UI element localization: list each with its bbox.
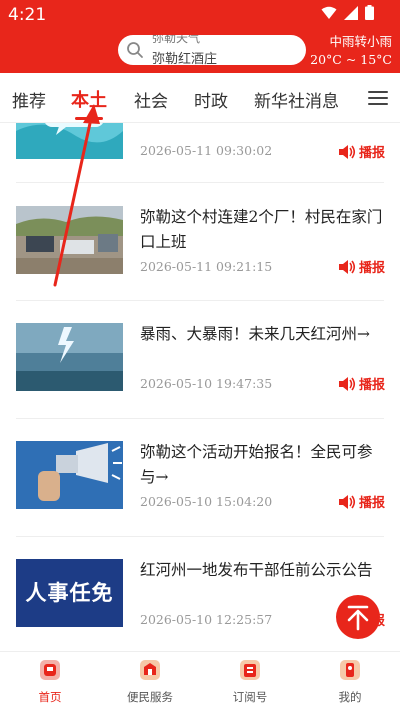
speaker-icon — [338, 259, 356, 274]
broadcast-label: 播报 — [358, 146, 385, 161]
home-icon — [40, 660, 60, 680]
divider — [16, 536, 384, 537]
subscription-icon — [240, 660, 260, 680]
search-icon — [127, 42, 143, 58]
broadcast-label: 播报 — [358, 378, 385, 393]
news-item[interactable]: → 2026-05-11 09:30:02 播报 — [0, 123, 400, 205]
back-to-top-button[interactable] — [336, 595, 380, 639]
status-time: 4:21 — [8, 5, 47, 25]
wifi-icon — [321, 6, 337, 19]
active-tab-indicator — [75, 117, 103, 120]
speaker-icon — [338, 494, 356, 509]
news-date: 2026-05-10 12:25:57 — [140, 612, 273, 627]
search-rotating-hint: 弥勒天气 — [152, 35, 201, 45]
nav-profile[interactable]: 我的 — [310, 658, 390, 705]
news-thumbnail — [16, 206, 123, 274]
speaker-icon — [338, 376, 356, 391]
status-icons — [321, 5, 374, 20]
arrow-up-icon — [347, 605, 369, 631]
weather-condition: 中雨转小雨 — [329, 34, 392, 49]
channel-tabs: 推荐 本土 社会 时政 新华社消息 — [0, 73, 400, 123]
broadcast-label: 播报 — [358, 261, 385, 276]
divider — [16, 300, 384, 301]
weather-temperature: 20°C ~ 15°C — [310, 52, 392, 67]
news-thumbnail — [16, 323, 123, 391]
app-screen: 4:21 弥勒天气 弥勒红酒庄 中雨转小雨 20°C ~ 15°C 推荐 本土 … — [0, 0, 400, 711]
news-title: 红河州一地发布干部任前公示公告 — [140, 561, 373, 579]
news-thumbnail — [16, 123, 123, 159]
news-date: 2026-05-10 15:04:20 — [140, 494, 273, 509]
weather-widget[interactable]: 中雨转小雨 20°C ~ 15°C — [310, 33, 392, 69]
news-date: 2026-05-10 19:47:35 — [140, 376, 273, 391]
news-title: 暴雨、大暴雨！未来几天红河州→ — [140, 325, 370, 343]
tab-politics[interactable]: 时政 — [194, 87, 228, 112]
broadcast-button[interactable]: 播报 — [338, 142, 385, 161]
nav-label: 我的 — [338, 690, 362, 704]
app-header: 4:21 弥勒天气 弥勒红酒庄 中雨转小雨 20°C ~ 15°C — [0, 0, 400, 73]
news-item[interactable]: 弥勒这个活动开始报名！全民可参与→ 2026-05-10 15:04:20 播报 — [0, 438, 400, 556]
news-feed[interactable]: → 2026-05-11 09:30:02 播报 弥勒 — [0, 123, 400, 651]
broadcast-button[interactable]: 播报 — [338, 257, 385, 276]
news-date: 2026-05-11 09:30:02 — [140, 143, 273, 158]
tab-society[interactable]: 社会 — [134, 87, 168, 112]
nav-home[interactable]: 首页 — [10, 658, 90, 705]
broadcast-button[interactable]: 播报 — [338, 492, 385, 511]
news-thumbnail — [16, 441, 123, 509]
news-item[interactable]: 弥勒这个村连建2个厂！村民在家门口上班 2026-05-11 09:21:15 … — [0, 203, 400, 321]
divider — [16, 182, 384, 183]
news-item[interactable]: 暴雨、大暴雨！未来几天红河州→ 2026-05-10 19:47:35 播报 — [0, 320, 400, 438]
menu-icon[interactable] — [368, 91, 388, 105]
signal-icon — [344, 5, 358, 20]
profile-icon — [340, 660, 360, 680]
news-date: 2026-05-11 09:21:15 — [140, 259, 273, 274]
tab-recommend[interactable]: 推荐 — [12, 87, 46, 112]
broadcast-label: 播报 — [358, 496, 385, 511]
bottom-navigation: 首页 便民服务 订阅号 我的 — [0, 651, 400, 711]
broadcast-button[interactable]: 播报 — [338, 374, 385, 393]
thumbnail-caption: 人事任免 — [25, 581, 114, 605]
speaker-icon — [338, 144, 356, 159]
tab-xinhua-news[interactable]: 新华社消息 — [254, 87, 339, 112]
news-title: 弥勒这个活动开始报名！全民可参与→ — [140, 443, 373, 486]
divider — [16, 418, 384, 419]
search-placeholder: 弥勒红酒庄 — [152, 52, 218, 65]
services-icon — [140, 660, 160, 680]
news-title: 弥勒这个村连建2个厂！村民在家门口上班 — [140, 208, 383, 251]
nav-label: 订阅号 — [232, 690, 268, 704]
nav-label: 首页 — [38, 690, 62, 704]
nav-subscriptions[interactable]: 订阅号 — [210, 658, 290, 705]
search-bar[interactable]: 弥勒天气 弥勒红酒庄 — [118, 35, 306, 65]
nav-services[interactable]: 便民服务 — [110, 658, 190, 705]
nav-label: 便民服务 — [127, 690, 173, 704]
battery-icon — [365, 5, 374, 20]
tab-local[interactable]: 本土 — [71, 86, 107, 112]
news-thumbnail: 人事任免 — [16, 559, 123, 627]
